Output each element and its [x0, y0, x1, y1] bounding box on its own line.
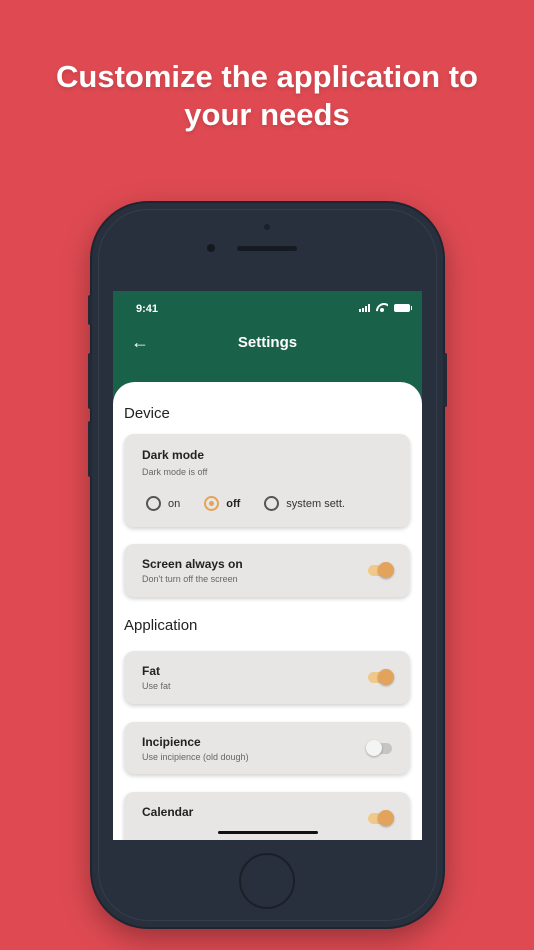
section-title-device: Device: [124, 405, 170, 422]
status-bar: 9:41: [113, 291, 422, 325]
headline-line-2: your needs: [184, 97, 350, 132]
fat-toggle[interactable]: [368, 669, 394, 685]
home-button[interactable]: [239, 853, 295, 909]
radio-on-circle[interactable]: [146, 496, 161, 511]
radio-system-label: system sett.: [286, 497, 345, 510]
app-bar: ← Settings: [113, 325, 422, 365]
screen-always-on-title: Screen always on: [142, 557, 243, 571]
incipience-toggle[interactable]: [366, 740, 392, 756]
radio-off[interactable]: off: [204, 496, 240, 511]
volume-down-button: [88, 421, 92, 477]
battery-icon: [394, 304, 412, 312]
status-time: 9:41: [136, 303, 159, 315]
page-title: Settings: [237, 334, 298, 351]
status-icons: [359, 303, 412, 312]
dark-mode-radio-group: on off system sett.: [146, 496, 369, 511]
settings-sheet: Device Dark mode Dark mode is off on off…: [113, 382, 422, 840]
marketing-headline: Customize the application to your needs: [0, 58, 534, 134]
screen-always-on-subtitle: Don't turn off the screen: [142, 574, 238, 584]
wifi-icon: [376, 303, 388, 312]
incipience-title: Incipience: [142, 735, 201, 749]
screen-always-on-toggle[interactable]: [368, 562, 394, 578]
radio-off-label: off: [226, 497, 241, 510]
app-screen: 9:41 ← Settings Device Dark mode Dark mo…: [113, 291, 422, 840]
proximity-sensor: [264, 224, 270, 230]
screen-always-on-card[interactable]: Screen always on Don't turn off the scre…: [124, 544, 410, 597]
radio-system-circle[interactable]: [264, 496, 280, 511]
radio-off-circle[interactable]: [204, 496, 220, 511]
fat-subtitle: Use fat: [142, 681, 171, 691]
volume-up-button: [88, 353, 92, 409]
radio-on-label: on: [168, 497, 181, 510]
dark-mode-title: Dark mode: [142, 448, 205, 462]
dark-mode-subtitle: Dark mode is off: [142, 467, 208, 477]
mute-switch: [88, 295, 92, 325]
home-indicator: [218, 831, 318, 834]
incipience-subtitle: Use incipience (old dough): [142, 752, 249, 762]
front-camera: [207, 244, 215, 252]
radio-on[interactable]: on: [146, 496, 180, 511]
calendar-title: Calendar: [142, 805, 194, 819]
cellular-signal-icon: [359, 304, 370, 312]
calendar-toggle[interactable]: [368, 810, 394, 826]
radio-system[interactable]: system sett.: [264, 496, 345, 511]
headline-line-1: Customize the application to: [56, 59, 478, 94]
earpiece-speaker: [237, 246, 297, 251]
section-title-application: Application: [124, 617, 198, 634]
incipience-card[interactable]: Incipience Use incipience (old dough): [124, 722, 410, 774]
fat-title: Fat: [142, 664, 160, 678]
dark-mode-card: Dark mode Dark mode is off on off system…: [124, 434, 410, 527]
fat-card[interactable]: Fat Use fat: [124, 651, 410, 704]
power-button: [443, 353, 447, 407]
